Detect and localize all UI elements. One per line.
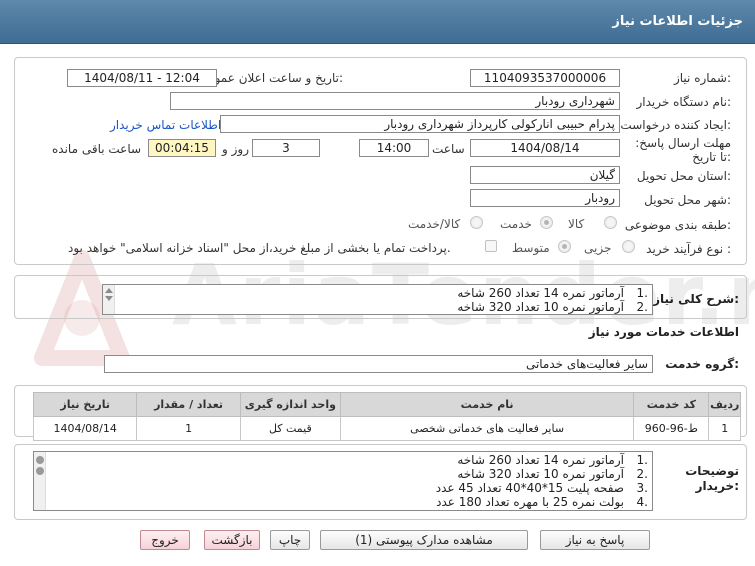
buyer-notes-list: 1. آرماتور نمره 14 تعداد 260 شاخه 2. آرمات… (34, 452, 652, 509)
creator-label: ایجاد کننده درخواست: (620, 118, 731, 132)
cell-qty: 1 (136, 416, 241, 441)
days-remaining-field[interactable]: 3 (252, 139, 320, 157)
deadline-time-label: ساعت (432, 142, 465, 156)
col-qty-header: تعداد / مقدار (136, 392, 241, 417)
city-label: شهر محل تحویل: (644, 193, 731, 207)
back-button[interactable]: بازگشت (204, 530, 260, 550)
services-section-title: اطلاعات خدمات مورد نیاز (588, 325, 739, 339)
col-row-header: ردیف (708, 392, 741, 417)
remaining-time-field: 00:04:15 (148, 139, 216, 157)
process-minor-label: جزیی (584, 241, 612, 255)
deadline-label: مهلت ارسال پاسخ: تا تاریخ: (635, 136, 731, 164)
city-field[interactable]: رودبار (470, 189, 620, 207)
list-item: 3. صفحه پلیت 15*40*40 تعداد 45 عدد (435, 481, 648, 495)
announce-datetime-label: تاریخ و ساعت اعلان عمومی: (198, 71, 343, 85)
services-table: ردیف کد خدمت نام خدمت واحد اندازه گیری ت… (32, 392, 741, 441)
treasury-payment-checkbox[interactable] (485, 240, 497, 252)
deadline-time-field[interactable]: 14:00 (359, 139, 429, 157)
buyer-contact-link[interactable]: اطلاعات تماس خریدار (110, 118, 221, 132)
process-minor-radio[interactable] (622, 240, 635, 253)
page-header: جزئیات اطلاعات نیاز (0, 0, 755, 44)
col-date-header: تاریخ نیاز (32, 392, 138, 417)
category-service-radio[interactable] (540, 216, 553, 229)
process-medium-radio[interactable] (558, 240, 571, 253)
cell-code: ط-96-960 (633, 416, 710, 441)
buyer-org-label: نام دستگاه خریدار: (636, 95, 732, 109)
table-header-row: ردیف کد خدمت نام خدمت واحد اندازه گیری ت… (32, 392, 741, 417)
buyer-notes-label: توضیحات خریدار: (685, 464, 739, 493)
need-number-label: شماره نیاز: (673, 71, 731, 85)
deadline-date-field[interactable]: 1404/08/14 (470, 139, 620, 157)
list-item: 1. آرماتور نمره 14 تعداد 260 شاخه (457, 453, 648, 467)
process-medium-label: متوسط (512, 241, 550, 255)
summary-list: 1. آرماتور نمره 14 تعداد 260 شاخه 2. آرمات… (103, 285, 652, 314)
category-goods-service-label: کالا/خدمت (408, 217, 461, 231)
treasury-payment-note: پرداخت تمام یا بخشی از مبلغ خرید،از محل … (68, 241, 451, 255)
cell-row: 1 (708, 416, 741, 441)
table-row: 1 ط-96-960 سایر فعالیت های خدماتی شخصی ق… (32, 416, 741, 441)
service-group-label: گروه خدمت: (665, 357, 739, 371)
reply-button[interactable]: پاسخ به نیاز (540, 530, 650, 550)
category-goods-service-radio[interactable] (470, 216, 483, 229)
col-name-header: نام خدمت (339, 392, 635, 417)
buyer-notes-textarea[interactable]: 1. آرماتور نمره 14 تعداد 260 شاخه 2. آرمات… (33, 451, 653, 511)
province-field[interactable]: گیلان (470, 166, 620, 184)
print-button[interactable]: چاپ (270, 530, 310, 550)
creator-field[interactable]: پدرام حبیبی انارکولی کارپرداز شهرداری رو… (220, 115, 620, 133)
province-label: استان محل تحویل: (636, 169, 731, 183)
col-unit-header: واحد اندازه گیری (239, 392, 341, 417)
remaining-time-label: ساعت باقی مانده (52, 142, 142, 156)
category-service-label: خدمت (500, 217, 532, 231)
cell-name: سایر فعالیت های خدماتی شخصی (339, 416, 635, 441)
list-item: 1. آرماتور نمره 14 تعداد 260 شاخه (457, 286, 648, 300)
buyer-org-field[interactable]: شهرداری رودبار (170, 92, 620, 110)
service-group-field[interactable]: سایر فعالیت‌های خدماتی (104, 355, 653, 373)
category-goods-label: کالا (568, 217, 585, 231)
summary-textarea[interactable]: 1. آرماتور نمره 14 تعداد 260 شاخه 2. آرمات… (102, 284, 653, 315)
category-label: طبقه بندی موضوعی: (624, 218, 731, 232)
cell-date: 1404/08/14 (32, 416, 138, 441)
page-title: جزئیات اطلاعات نیاز (612, 14, 743, 29)
col-code-header: کد خدمت (633, 392, 710, 417)
process-type-label: نوع فرآیند خرید : (646, 242, 731, 256)
announce-datetime-field[interactable]: 1404/08/11 - 12:04 (67, 69, 217, 87)
list-item: 2. آرماتور نمره 10 تعداد 320 شاخه (457, 300, 648, 314)
days-label: روز و (222, 142, 249, 156)
need-number-field[interactable]: 1104093537000006 (470, 69, 620, 87)
cell-unit: قیمت کل (239, 416, 341, 441)
category-goods-radio[interactable] (604, 216, 617, 229)
list-item: 2. آرماتور نمره 10 تعداد 320 شاخه (457, 467, 648, 481)
summary-label: شرح کلی نیاز: (653, 292, 739, 306)
exit-button[interactable]: خروج (140, 530, 190, 550)
list-item: 4. بولت نمره 25 با مهره تعداد 180 عدد (436, 495, 648, 509)
view-attachments-button[interactable]: مشاهده مدارک پیوستی (1) (320, 530, 528, 550)
